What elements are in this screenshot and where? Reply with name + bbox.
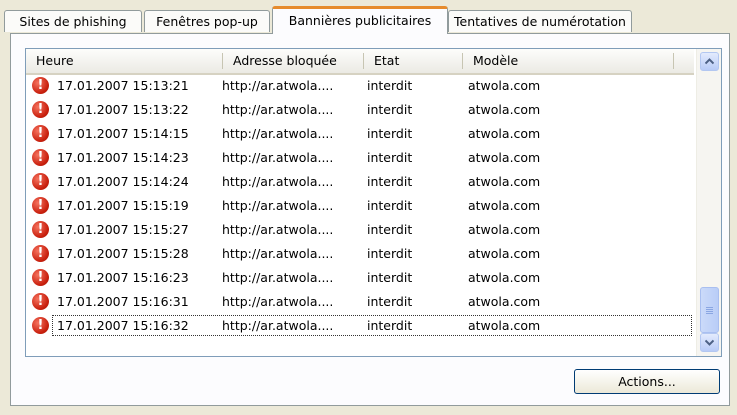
error-icon: ! bbox=[32, 173, 49, 190]
cell-blocked-address: http://ar.atwola.... bbox=[222, 150, 334, 165]
cell-model: atwola.com bbox=[468, 78, 541, 93]
tab-dialing-attempts[interactable]: Tentatives de numérotation bbox=[448, 10, 632, 32]
chevron-down-icon bbox=[705, 339, 714, 346]
cell-state: interdit bbox=[367, 270, 413, 285]
error-icon: ! bbox=[32, 245, 49, 262]
scroll-up-button[interactable] bbox=[700, 52, 719, 71]
tab-popup-windows[interactable]: Fenêtres pop-up bbox=[144, 10, 270, 32]
cell-model: atwola.com bbox=[468, 126, 541, 141]
list-header: Heure Adresse bloquée Etat Modèle bbox=[26, 49, 694, 75]
error-icon: ! bbox=[32, 317, 49, 334]
cell-state: interdit bbox=[367, 294, 413, 309]
cell-model: atwola.com bbox=[468, 102, 541, 117]
actions-button[interactable]: Actions... bbox=[574, 369, 720, 394]
cell-state: interdit bbox=[367, 174, 413, 189]
table-row[interactable]: ! 17.01.2007 15:13:21 http://ar.atwola....… bbox=[26, 74, 694, 98]
cell-time: 17.01.2007 15:16:32 bbox=[57, 318, 189, 333]
table-row[interactable]: ! 17.01.2007 15:16:23 http://ar.atwola....… bbox=[26, 266, 694, 290]
table-row[interactable]: ! 17.01.2007 15:15:19 http://ar.atwola....… bbox=[26, 194, 694, 218]
error-icon: ! bbox=[32, 149, 49, 166]
cell-model: atwola.com bbox=[468, 222, 541, 237]
tab-ad-banners[interactable]: Bannières publicitaires bbox=[272, 6, 448, 34]
table-row[interactable]: ! 17.01.2007 15:16:32 http://ar.atwola....… bbox=[26, 314, 694, 338]
table-row[interactable]: ! 17.01.2007 15:14:24 http://ar.atwola....… bbox=[26, 170, 694, 194]
blocked-ads-list[interactable]: Heure Adresse bloquée Etat Modèle ! 17.01… bbox=[25, 48, 722, 357]
table-row[interactable]: ! 17.01.2007 15:14:15 http://ar.atwola....… bbox=[26, 122, 694, 146]
cell-time: 17.01.2007 15:14:24 bbox=[57, 174, 189, 189]
column-header-blocked-address[interactable]: Adresse bloquée bbox=[223, 49, 363, 73]
cell-state: interdit bbox=[367, 198, 413, 213]
cell-blocked-address: http://ar.atwola.... bbox=[222, 126, 334, 141]
error-icon: ! bbox=[32, 269, 49, 286]
error-icon: ! bbox=[32, 293, 49, 310]
cell-blocked-address: http://ar.atwola.... bbox=[222, 318, 334, 333]
cell-model: atwola.com bbox=[468, 294, 541, 309]
cell-state: interdit bbox=[367, 126, 413, 141]
cell-blocked-address: http://ar.atwola.... bbox=[222, 102, 334, 117]
column-divider[interactable] bbox=[673, 53, 674, 69]
cell-blocked-address: http://ar.atwola.... bbox=[222, 294, 334, 309]
column-header-state[interactable]: Etat bbox=[364, 49, 462, 73]
cell-state: interdit bbox=[367, 222, 413, 237]
column-header-model[interactable]: Modèle bbox=[463, 49, 673, 73]
error-icon: ! bbox=[32, 221, 49, 238]
error-icon: ! bbox=[32, 197, 49, 214]
chevron-up-icon bbox=[705, 58, 714, 65]
error-icon: ! bbox=[32, 101, 49, 118]
cell-time: 17.01.2007 15:15:19 bbox=[57, 198, 189, 213]
cell-time: 17.01.2007 15:13:21 bbox=[57, 78, 189, 93]
tab-strip: Sites de phishing Fenêtres pop-up Banniè… bbox=[0, 0, 737, 34]
cell-blocked-address: http://ar.atwola.... bbox=[222, 270, 334, 285]
cell-time: 17.01.2007 15:14:15 bbox=[57, 126, 189, 141]
cell-state: interdit bbox=[367, 102, 413, 117]
table-row[interactable]: ! 17.01.2007 15:14:23 http://ar.atwola....… bbox=[26, 146, 694, 170]
cell-model: atwola.com bbox=[468, 150, 541, 165]
table-row[interactable]: ! 17.01.2007 15:13:22 http://ar.atwola....… bbox=[26, 98, 694, 122]
cell-blocked-address: http://ar.atwola.... bbox=[222, 222, 334, 237]
cell-time: 17.01.2007 15:16:23 bbox=[57, 270, 189, 285]
cell-state: interdit bbox=[367, 150, 413, 165]
vertical-scrollbar[interactable] bbox=[696, 49, 721, 356]
cell-time: 17.01.2007 15:15:28 bbox=[57, 246, 189, 261]
cell-model: atwola.com bbox=[468, 174, 541, 189]
cell-blocked-address: http://ar.atwola.... bbox=[222, 78, 334, 93]
tab-phishing-sites[interactable]: Sites de phishing bbox=[4, 10, 142, 32]
cell-state: interdit bbox=[367, 318, 413, 333]
error-icon: ! bbox=[32, 77, 49, 94]
table-row[interactable]: ! 17.01.2007 15:15:28 http://ar.atwola....… bbox=[26, 242, 694, 266]
cell-time: 17.01.2007 15:15:27 bbox=[57, 222, 189, 237]
cell-blocked-address: http://ar.atwola.... bbox=[222, 198, 334, 213]
cell-time: 17.01.2007 15:13:22 bbox=[57, 102, 189, 117]
cell-model: atwola.com bbox=[468, 246, 541, 261]
cell-model: atwola.com bbox=[468, 270, 541, 285]
cell-blocked-address: http://ar.atwola.... bbox=[222, 174, 334, 189]
column-header-time[interactable]: Heure bbox=[26, 49, 222, 73]
cell-blocked-address: http://ar.atwola.... bbox=[222, 246, 334, 261]
table-row[interactable]: ! 17.01.2007 15:15:27 http://ar.atwola....… bbox=[26, 218, 694, 242]
cell-model: atwola.com bbox=[468, 318, 541, 333]
scroll-down-button[interactable] bbox=[700, 333, 719, 352]
scroll-thumb[interactable] bbox=[700, 287, 719, 333]
error-icon: ! bbox=[32, 125, 49, 142]
cell-time: 17.01.2007 15:14:23 bbox=[57, 150, 189, 165]
cell-state: interdit bbox=[367, 246, 413, 261]
table-row[interactable]: ! 17.01.2007 15:16:31 http://ar.atwola....… bbox=[26, 290, 694, 314]
cell-time: 17.01.2007 15:16:31 bbox=[57, 294, 189, 309]
cell-state: interdit bbox=[367, 78, 413, 93]
cell-model: atwola.com bbox=[468, 198, 541, 213]
